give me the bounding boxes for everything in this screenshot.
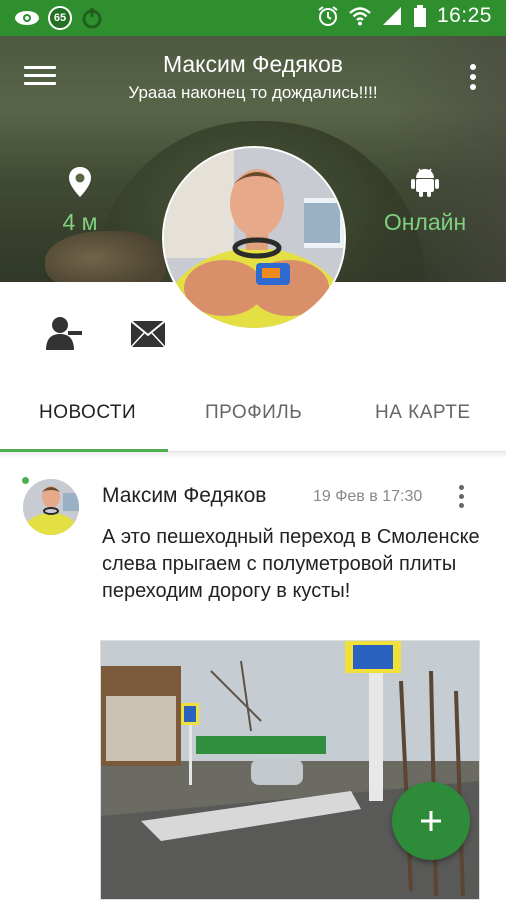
- profile-status: Урааа наконец то дождались!!!!: [128, 83, 378, 102]
- online-block: Онлайн: [370, 166, 480, 236]
- status-bar: 65 16:25: [0, 0, 506, 36]
- status-time: 16:25: [436, 4, 492, 27]
- post-author[interactable]: Максим Федяков: [102, 484, 266, 508]
- tab-news[interactable]: НОВОСТИ: [39, 402, 136, 424]
- mail-icon[interactable]: [130, 320, 166, 348]
- profile-name: Максим Федяков: [162, 51, 344, 77]
- tab-bar: НОВОСТИ ПРОФИЛЬ НА КАРТЕ: [0, 372, 506, 452]
- post-avatar-photo: [23, 479, 79, 535]
- add-post-button[interactable]: [392, 782, 470, 860]
- status-bar-system: 16:25: [317, 4, 492, 28]
- tab-map[interactable]: НА КАРТЕ: [375, 402, 471, 424]
- android-icon: [411, 168, 439, 197]
- battery-icon: [413, 5, 426, 27]
- post-author-avatar[interactable]: [23, 479, 79, 535]
- power-icon: [82, 8, 102, 29]
- distance-value: 4 м: [62, 209, 98, 235]
- online-indicator: [22, 477, 29, 484]
- post-image[interactable]: [100, 640, 480, 900]
- post-date: 19 Фев в 17:30: [313, 488, 423, 505]
- wifi-icon: [349, 7, 371, 26]
- profile-avatar[interactable]: [162, 146, 346, 330]
- alarm-icon: [318, 6, 338, 26]
- distance-block: 4 м: [50, 166, 110, 236]
- location-pin-icon: [69, 167, 91, 197]
- post-photo: [101, 641, 479, 899]
- tabs-shadow: [0, 452, 506, 458]
- plus-icon: [421, 811, 441, 831]
- signal-icon: [382, 7, 401, 25]
- tab-profile[interactable]: ПРОФИЛЬ: [205, 402, 302, 424]
- remove-friend-icon[interactable]: [46, 316, 84, 350]
- online-status: Онлайн: [383, 209, 467, 235]
- post-text: А это пешеходный переход в Смоленске сле…: [102, 526, 480, 602]
- eye-icon: [15, 11, 39, 25]
- notification-badge: 65: [48, 6, 72, 30]
- status-bar-notifications: 65: [14, 6, 104, 30]
- post-more-icon[interactable]: [457, 485, 465, 512]
- more-vert-icon[interactable]: [468, 64, 478, 90]
- avatar-photo: [164, 148, 344, 328]
